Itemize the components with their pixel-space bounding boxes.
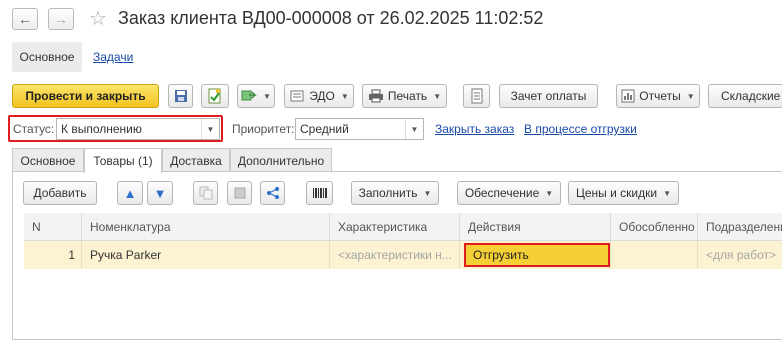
arrow-right-icon: → [54, 11, 68, 27]
barcode-button[interactable] [306, 181, 333, 205]
create-based-on-button[interactable]: ▼ [237, 84, 275, 108]
column-header-n[interactable]: N [24, 213, 82, 241]
tab-goods[interactable]: Товары (1) [84, 148, 162, 173]
prices-discounts-label: Цены и скидки [575, 186, 658, 200]
chevron-down-icon[interactable]: ▼ [201, 119, 219, 139]
status-select[interactable]: К выполнению ▼ [56, 118, 220, 140]
priority-value: Средний [300, 122, 349, 136]
barcode-icon [312, 188, 327, 198]
cell-characteristic[interactable]: <характеристики н... [330, 241, 460, 269]
tab-additional[interactable]: Дополнительно [230, 148, 332, 172]
fill-label: Заполнить [358, 186, 418, 200]
add-button[interactable]: Добавить [23, 181, 97, 205]
copy-button[interactable] [193, 181, 218, 205]
chevron-down-icon: ▼ [433, 91, 442, 101]
chevron-down-icon: ▼ [263, 91, 271, 101]
arrow-down-icon: ▼ [153, 185, 167, 201]
copy-icon [199, 186, 212, 200]
warehouse-button[interactable]: Складские [708, 84, 782, 108]
page-title: Заказ клиента ВД00-000008 от 26.02.2025 … [118, 8, 544, 28]
column-header-characteristic[interactable]: Характеристика [330, 213, 460, 241]
column-header-division[interactable]: Подразделение [698, 213, 782, 241]
chevron-down-icon: ▼ [663, 188, 671, 198]
star-icon[interactable]: ☆ [89, 6, 107, 31]
list-button[interactable] [463, 84, 490, 108]
column-header-actions[interactable]: Действия [460, 213, 611, 241]
forward-button[interactable]: → [48, 8, 74, 30]
priority-label: Приоритет: [232, 122, 295, 136]
tab-tasks[interactable]: Задачи [93, 50, 133, 64]
chevron-down-icon: ▼ [686, 91, 695, 101]
cell-item[interactable]: Ручка Parker [82, 241, 330, 269]
cell-n: 1 [24, 241, 82, 269]
action-ship-select[interactable]: Отгрузить [464, 243, 610, 267]
close-order-link[interactable]: Закрыть заказ [435, 122, 514, 136]
priority-select[interactable]: Средний ▼ [295, 118, 424, 140]
arrow-left-icon: ← [18, 11, 32, 27]
split-icon [266, 187, 279, 199]
tab-basic[interactable]: Основное [12, 148, 84, 172]
delete-icon [234, 187, 245, 199]
print-label: Печать [387, 89, 428, 103]
action-ship-value: Отгрузить [473, 248, 529, 262]
arrow-up-icon: ▲ [123, 185, 137, 201]
cell-division[interactable]: <для работ> [698, 241, 782, 269]
split-button[interactable] [260, 181, 285, 205]
delete-button[interactable] [227, 181, 252, 205]
payment-offset-button[interactable]: Зачет оплаты [499, 84, 598, 108]
post-document-button[interactable] [201, 84, 229, 108]
edo-button[interactable]: ЭДО ▼ [284, 84, 354, 108]
create-based-on-icon [241, 90, 257, 101]
status-label: Статус: [13, 122, 55, 136]
cell-separate[interactable] [611, 241, 698, 269]
edo-label: ЭДО [309, 89, 335, 103]
save-button[interactable] [168, 84, 193, 108]
move-down-button[interactable]: ▼ [147, 181, 173, 205]
edo-icon [290, 90, 304, 102]
move-up-button[interactable]: ▲ [117, 181, 143, 205]
column-header-item[interactable]: Номенклатура [82, 213, 330, 241]
post-document-icon [208, 88, 221, 104]
list-icon [471, 88, 482, 104]
printer-icon [368, 89, 383, 103]
chevron-down-icon: ▼ [545, 188, 554, 198]
chevron-down-icon: ▼ [423, 188, 432, 198]
save-icon [174, 90, 187, 102]
back-button[interactable]: ← [12, 8, 38, 30]
supply-button[interactable]: Обеспечение ▼ [457, 181, 561, 205]
tab-delivery[interactable]: Доставка [162, 148, 230, 172]
cell-action[interactable]: Отгрузить [460, 241, 611, 269]
prices-discounts-button[interactable]: Цены и скидки ▼ [568, 181, 679, 205]
fill-button[interactable]: Заполнить ▼ [351, 181, 439, 205]
print-button[interactable]: Печать ▼ [362, 84, 447, 108]
shipping-in-progress-link[interactable]: В процессе отгрузки [524, 122, 637, 136]
reports-icon [621, 89, 635, 103]
chevron-down-icon: ▼ [340, 91, 349, 101]
status-value: К выполнению [61, 122, 142, 136]
reports-button[interactable]: Отчеты ▼ [616, 84, 700, 108]
reports-label: Отчеты [639, 89, 681, 103]
tab-main[interactable]: Основное [12, 42, 82, 72]
post-and-close-button[interactable]: Провести и закрыть [12, 84, 159, 108]
column-header-separate[interactable]: Обособленно [611, 213, 698, 241]
chevron-down-icon[interactable]: ▼ [405, 119, 423, 139]
supply-label: Обеспечение [464, 186, 540, 200]
